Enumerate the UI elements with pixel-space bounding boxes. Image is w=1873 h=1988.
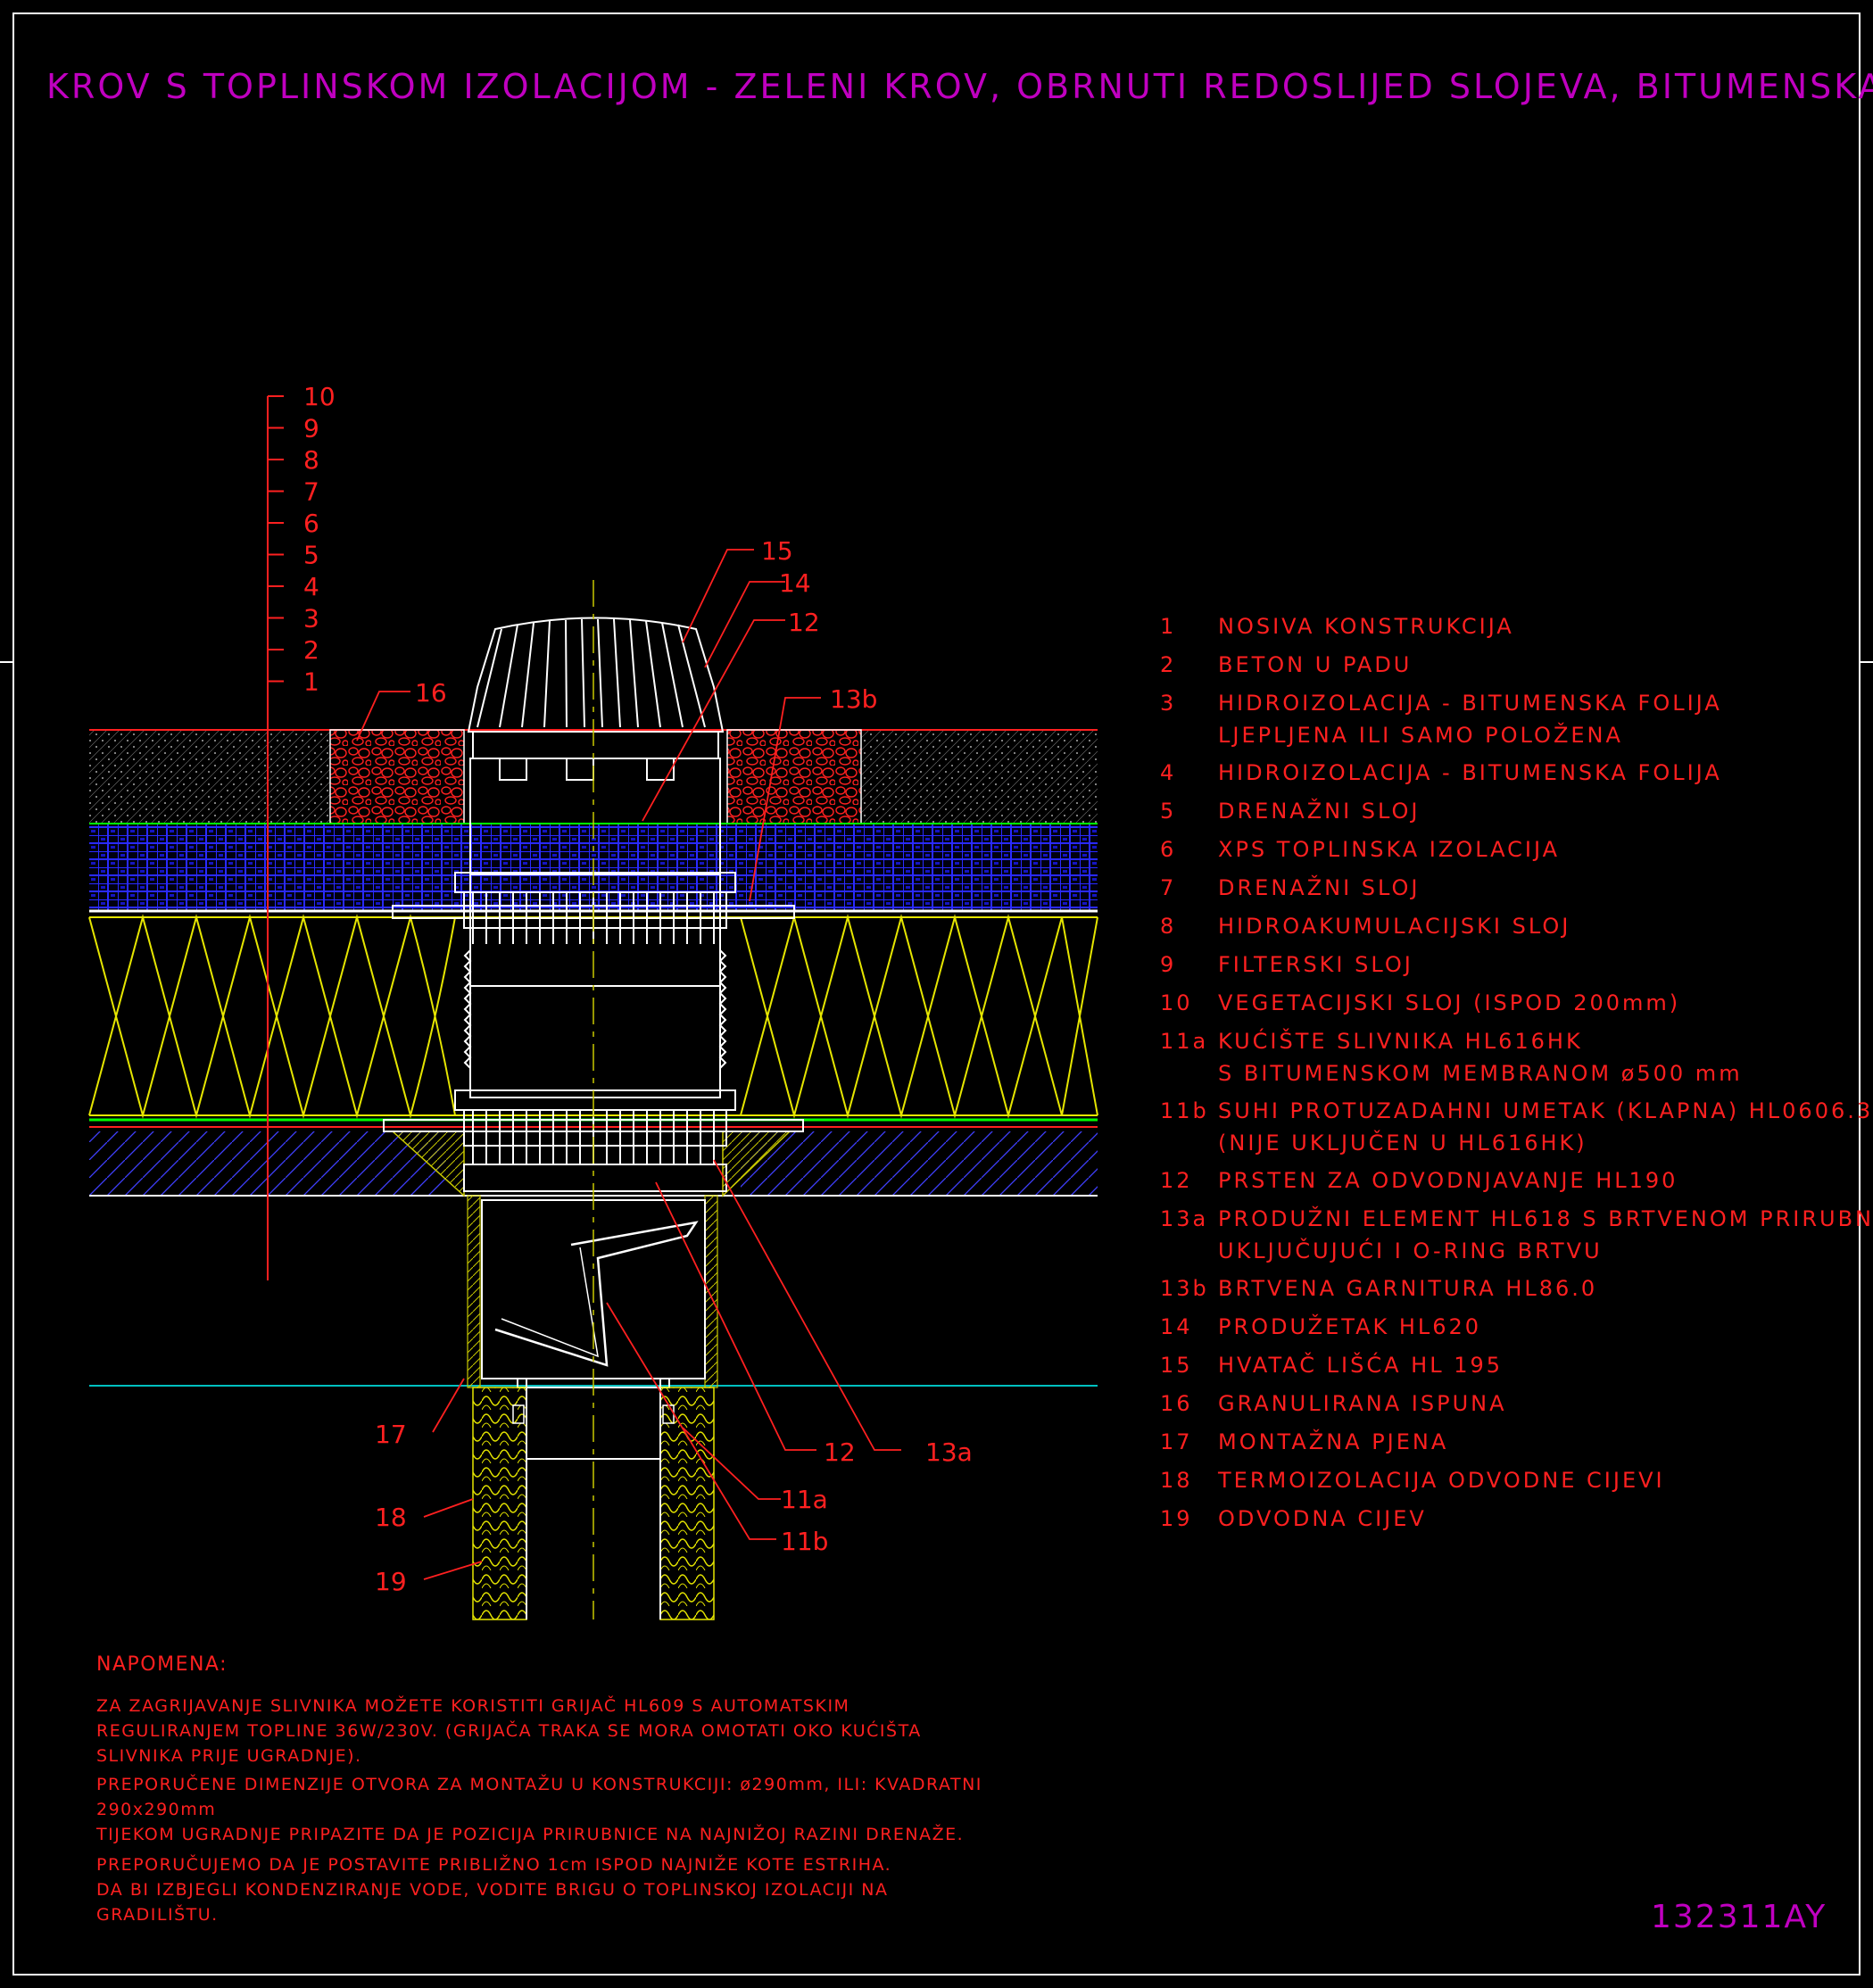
- note-line: TIJEKOM UGRADNJE PRIPAZITE DA JE POZICIJ…: [95, 1824, 964, 1844]
- legend-text: PRODUŽNI ELEMENT HL618 S BRTVENOM PRIRUB…: [1218, 1205, 1873, 1231]
- pipe-insulation-right: [659, 1387, 715, 1620]
- legend-text: NOSIVA KONSTRUKCIJA: [1218, 614, 1514, 639]
- callout-19: 19: [375, 1567, 407, 1596]
- note-line: GRADILIŠTU.: [96, 1903, 219, 1925]
- note-line: SLIVNIKA PRIJE UGRADNJE).: [96, 1746, 362, 1766]
- callout-12-top: 12: [788, 608, 820, 637]
- legend-text: DRENAŽNI SLOJ: [1218, 874, 1421, 900]
- scale-label-2: 2: [303, 635, 319, 665]
- legend-number: 16: [1160, 1391, 1193, 1416]
- scale-label-4: 4: [303, 572, 319, 601]
- callout-12-bottom: 12: [824, 1437, 856, 1467]
- scale-label-8: 8: [303, 445, 319, 475]
- scale-label-5: 5: [303, 541, 319, 570]
- legend-text-continued: UKLJUČUJUĆI I O-RING BRTVU: [1218, 1237, 1603, 1263]
- legend-text: ODVODNA CIJEV: [1218, 1506, 1427, 1531]
- callout-17: 17: [375, 1420, 407, 1449]
- note-line: PREPORUČUJEMO DA JE POSTAVITE PRIBLIŽNO …: [96, 1853, 891, 1875]
- scale-label-7: 7: [303, 477, 319, 507]
- legend-text: VEGETACIJSKI SLOJ (ISPOD 200mm): [1218, 990, 1680, 1015]
- vegetation-layer-left: [89, 730, 330, 824]
- legend-number: 7: [1160, 875, 1176, 900]
- legend-number: 6: [1160, 837, 1176, 862]
- legend-number: 13b: [1160, 1276, 1209, 1301]
- legend-number: 11b: [1160, 1098, 1209, 1123]
- drawing-code: 132311AY: [1651, 1899, 1827, 1935]
- legend-text: TERMOIZOLACIJA ODVODNE CIJEVI: [1217, 1468, 1665, 1493]
- scale-label-6: 6: [303, 509, 319, 538]
- legend-number: 13a: [1160, 1206, 1208, 1231]
- note-line: PREPORUČENE DIMENZIJE OTVORA ZA MONTAŽU …: [96, 1773, 982, 1794]
- vegetation-layer-right: [861, 730, 1098, 824]
- pipe-insulation-left: [472, 1387, 527, 1620]
- legend-number: 3: [1160, 691, 1176, 716]
- legend-text: XPS TOPLINSKA IZOLACIJA: [1218, 837, 1560, 862]
- legend-text-continued: (NIJE UKLJUČEN U HL616HK): [1218, 1129, 1587, 1156]
- callout-15: 15: [761, 536, 793, 566]
- callout-13a: 13a: [925, 1437, 973, 1467]
- callout-13b: 13b: [830, 684, 877, 714]
- legend-number: 18: [1160, 1468, 1193, 1493]
- legend-text: HVATAČ LIŠĆA HL 195: [1218, 1351, 1503, 1378]
- legend-text: PRODUŽETAK HL620: [1218, 1313, 1481, 1339]
- legend-number: 4: [1160, 760, 1176, 785]
- notes: NAPOMENA: ZA ZAGRIJAVANJE SLIVNIKA MOŽET…: [95, 1653, 982, 1925]
- mounting-foam-core-left: [467, 1195, 481, 1388]
- drawing-title: KROV S TOPLINSKOM IZOLACIJOM - ZELENI KR…: [46, 67, 1873, 106]
- legend-text: BETON U PADU: [1218, 652, 1412, 677]
- legend-text: BRTVENA GARNITURA HL86.0: [1218, 1276, 1597, 1301]
- drainage-ring-lower: [454, 1089, 736, 1192]
- legend-number: 10: [1160, 990, 1193, 1015]
- note-line: DA BI IZBJEGLI KONDENZIRANJE VODE, VODIT…: [96, 1880, 889, 1900]
- legend-text: KUĆIŠTE SLIVNIKA HL616HK: [1218, 1027, 1583, 1054]
- granular-fill-right: [726, 729, 862, 824]
- legend-text-continued: S BITUMENSKOM MEMBRANOM ø500 mm: [1218, 1061, 1743, 1086]
- scale-label-9: 9: [303, 414, 319, 443]
- legend-number: 1: [1160, 614, 1176, 639]
- notes-heading: NAPOMENA:: [96, 1653, 228, 1676]
- legend-text: MONTAŽNA PJENA: [1218, 1429, 1448, 1454]
- callout-16: 16: [415, 678, 447, 708]
- scale-label-1: 1: [303, 667, 319, 697]
- legend-number: 15: [1160, 1353, 1193, 1378]
- scale-label-3: 3: [303, 604, 319, 634]
- legend-number: 12: [1160, 1168, 1193, 1193]
- legend-text: DRENAŽNI SLOJ: [1218, 798, 1421, 824]
- granular-fill-left: [329, 729, 465, 824]
- note-line: ZA ZAGRIJAVANJE SLIVNIKA MOŽETE KORISTIT…: [96, 1694, 849, 1716]
- legend-number: 2: [1160, 652, 1176, 677]
- legend-text-continued: LJEPLJENA ILI SAMO POLOŽENA: [1218, 722, 1623, 748]
- callout-14: 14: [779, 568, 811, 598]
- legend-text: HIDROIZOLACIJA - BITUMENSKA FOLIJA: [1218, 691, 1722, 716]
- legend-number: 19: [1160, 1506, 1193, 1531]
- scale-label-10: 10: [303, 382, 336, 411]
- legend-text: GRANULIRANA ISPUNA: [1218, 1391, 1507, 1416]
- mounting-foam-core-right: [704, 1195, 718, 1388]
- legend-text: HIDROIZOLACIJA - BITUMENSKA FOLIJA: [1218, 760, 1722, 785]
- legend: 1 NOSIVA KONSTRUKCIJA 2 BETON U PADU 3 HIDROI…: [1160, 614, 1873, 1531]
- legend-number: 8: [1160, 914, 1176, 939]
- legend-number: 11a: [1160, 1029, 1208, 1054]
- callout-18: 18: [375, 1503, 407, 1532]
- legend-text: PRSTEN ZA ODVODNJAVANJE HL190: [1218, 1168, 1678, 1193]
- leaf-catcher: [467, 617, 725, 781]
- legend-text: HIDROAKUMULACIJSKI SLOJ: [1218, 914, 1571, 939]
- note-line: 290x290mm: [96, 1800, 216, 1819]
- drawing-canvas: KROV S TOPLINSKOM IZOLACIJOM - ZELENI KR…: [0, 12, 1873, 1976]
- legend-text: SUHI PROTUZADAHNI UMETAK (KLAPNA) HL0606…: [1218, 1098, 1873, 1123]
- legend-number: 17: [1160, 1429, 1193, 1454]
- callout-11a: 11a: [781, 1485, 828, 1514]
- concrete-slab-right: [741, 1131, 1098, 1196]
- legend-text: FILTERSKI SLOJ: [1218, 952, 1413, 977]
- note-line: REGULIRANJEM TOPLINE 36W/230V. (GRIJAČA …: [96, 1719, 922, 1741]
- legend-number: 5: [1160, 799, 1176, 824]
- legend-number: 9: [1160, 952, 1176, 977]
- callout-11b: 11b: [781, 1527, 828, 1556]
- legend-number: 14: [1160, 1314, 1193, 1339]
